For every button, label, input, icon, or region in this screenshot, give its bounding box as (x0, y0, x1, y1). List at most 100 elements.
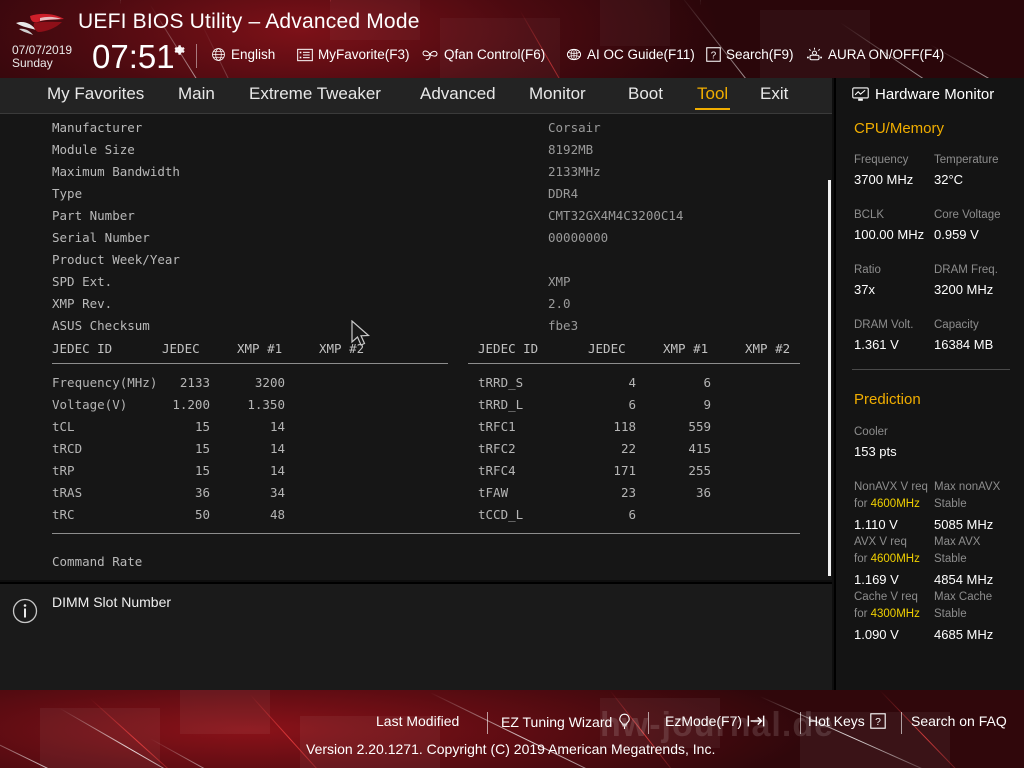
hw-value-max-avx: 4854 MHz (934, 572, 994, 587)
hw-label-nonavx-vreq: NonAVX V req (854, 481, 928, 493)
spd-value-xmp-rev: 2.0 (548, 296, 571, 311)
gear-icon[interactable] (170, 42, 186, 58)
aura-light-icon (806, 47, 823, 61)
hw-label-frequency: Frequency (854, 154, 909, 166)
right-table-header-xmp2: XMP #2 (745, 341, 791, 356)
list-icon (297, 48, 313, 61)
bios-screen: UEFI BIOS Utility – Advanced Mode 07/07/… (0, 0, 1024, 768)
header-item-aiocguide[interactable]: AI OC Guide(F11) (566, 47, 695, 62)
right-row-id-4: tRFC4 (478, 463, 516, 478)
hw-label-cache-vreq: Cache V req (854, 591, 918, 603)
footer-item-label: Last Modified (376, 713, 460, 729)
footer-item-label: Hot Keys (808, 713, 865, 729)
header-bar: UEFI BIOS Utility – Advanced Mode 07/07/… (0, 0, 1024, 78)
main-nav-tabs: My Favorites Main Extreme Tweaker Advanc… (0, 78, 832, 114)
right-row-jedec-0: 4 (628, 375, 636, 390)
table-bottom-rule (52, 533, 800, 534)
header-item-search[interactable]: ? Search(F9) (706, 47, 794, 62)
footer-ezmode[interactable]: EzMode(F7) (665, 713, 765, 729)
tab-my-favorites[interactable]: My Favorites (45, 82, 146, 110)
for-frequency-highlight: 4600MHz (870, 553, 920, 565)
bios-version-text: Version 2.20.1271. Copyright (C) 2019 Am… (306, 741, 716, 757)
header-item-myfavorite[interactable]: MyFavorite(F3) (297, 47, 410, 62)
tab-advanced[interactable]: Advanced (418, 82, 498, 110)
hw-value-max-nonavx: 5085 MHz (934, 517, 994, 532)
header-item-qfan[interactable]: Qfan Control(F6) (421, 47, 545, 62)
right-row-jedec-3: 22 (620, 441, 636, 456)
spd-label-part-number: Part Number (52, 208, 135, 223)
left-row-xmp1-4: 14 (269, 463, 285, 478)
left-row-xmp1-3: 14 (269, 441, 285, 456)
right-row-jedec-4: 171 (613, 463, 636, 478)
hw-label-max-cache-stable: Stable (934, 608, 967, 620)
arrow-right-bar-icon (747, 715, 765, 727)
spd-label-xmp-rev: XMP Rev. (52, 296, 113, 311)
right-row-id-0: tRRD_S (478, 375, 524, 390)
spd-value-asus-checksum: fbe3 (548, 318, 579, 333)
main-scrollbar-thumb[interactable] (828, 180, 831, 576)
right-row-xmp1-0: 6 (703, 375, 711, 390)
left-row-jedec-3: 15 (194, 441, 210, 456)
left-table-top-rule (52, 363, 448, 364)
question-box-icon: ? (870, 713, 886, 729)
tab-main[interactable]: Main (176, 82, 217, 110)
right-row-jedec-5: 23 (620, 485, 636, 500)
hw-label-max-nonavx: Max nonAVX (934, 481, 1001, 493)
hw-label-max-avx-stable: Stable (934, 553, 967, 565)
left-row-xmp1-0: 3200 (254, 375, 285, 390)
header-item-label: AI OC Guide(F11) (587, 47, 695, 62)
right-table-header-jedec-id: JEDEC ID (478, 341, 539, 356)
spd-label-manufacturer: Manufacturer (52, 120, 143, 135)
right-row-id-5: tFAW (478, 485, 509, 500)
tab-exit[interactable]: Exit (758, 82, 790, 110)
hw-label-temperature: Temperature (934, 154, 999, 166)
left-row-xmp1-6: 48 (269, 507, 285, 522)
for-frequency-highlight: 4300MHz (870, 608, 920, 620)
globe-icon (212, 48, 225, 61)
section-cpu-memory-title: CPU/Memory (854, 120, 945, 137)
tab-tool[interactable]: Tool (695, 82, 731, 110)
right-row-jedec-1: 6 (628, 397, 636, 412)
header-item-label: MyFavorite(F3) (318, 47, 410, 62)
header-item-language[interactable]: English (211, 47, 275, 62)
footer-hot-keys[interactable]: Hot Keys ? (808, 713, 886, 729)
hw-value-avx-vreq: 1.169 V (854, 572, 899, 587)
left-row-jedec-6: 50 (194, 507, 210, 522)
question-box-icon: ? (706, 47, 721, 62)
tab-extreme-tweaker[interactable]: Extreme Tweaker (247, 82, 383, 110)
hw-value-max-cache: 4685 MHz (934, 627, 994, 642)
spd-value-serial-number: 00000000 (548, 230, 609, 245)
header-item-label: Qfan Control(F6) (444, 47, 546, 62)
footer-ez-tuning-wizard[interactable]: EZ Tuning Wizard (501, 713, 632, 730)
hardware-monitor-panel: Hardware Monitor CPU/Memory Frequency 37… (834, 78, 1024, 690)
right-row-id-2: tRFC1 (478, 419, 516, 434)
hw-value-cooler: 153 pts (854, 444, 897, 459)
monitor-icon (852, 87, 869, 101)
spd-value-manufacturer: Corsair (548, 120, 601, 135)
spd-value-spd-ext: XMP (548, 274, 571, 289)
footer-last-modified[interactable]: Last Modified (376, 713, 459, 729)
hw-label-core-voltage: Core Voltage (934, 209, 1001, 221)
right-row-id-1: tRRD_L (478, 397, 524, 412)
spd-label-maximum-bandwidth: Maximum Bandwidth (52, 164, 180, 179)
right-row-xmp1-1: 9 (703, 397, 711, 412)
fan-icon (422, 50, 438, 61)
header-item-aura[interactable]: AURA ON/OFF(F4) (806, 47, 944, 62)
bulb-icon (619, 713, 630, 729)
spd-value-module-size: 8192MB (548, 142, 594, 157)
header-item-label: English (231, 47, 276, 62)
hw-value-dram-volt: 1.361 V (854, 337, 899, 352)
left-row-jedec-0: 2133 (179, 375, 210, 390)
spd-label-spd-ext: SPD Ext. (52, 274, 113, 289)
help-info-text: DIMM Slot Number (52, 594, 172, 610)
footer-search-on-faq[interactable]: Search on FAQ (911, 713, 1007, 729)
tab-monitor[interactable]: Monitor (527, 82, 588, 110)
left-table-header-jedec-id: JEDEC ID (52, 341, 113, 356)
right-row-xmp1-4: 255 (688, 463, 711, 478)
command-rate-label: Command Rate (52, 554, 143, 569)
left-row-jedec-1: 1.200 (172, 397, 210, 412)
svg-text:?: ? (875, 717, 881, 728)
header-item-label: AURA ON/OFF(F4) (828, 47, 945, 62)
tab-boot[interactable]: Boot (626, 82, 665, 110)
hw-label-bclk: BCLK (854, 209, 885, 221)
